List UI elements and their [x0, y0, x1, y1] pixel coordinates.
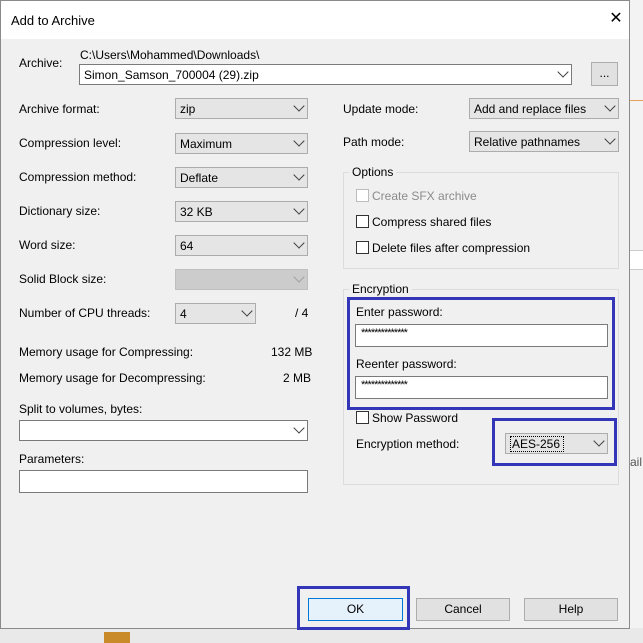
- chevron-down-icon: [293, 203, 305, 215]
- split-volumes-combo[interactable]: [19, 420, 308, 441]
- update-mode-select[interactable]: Add and replace files: [469, 98, 619, 119]
- compress-shared-checkbox[interactable]: [356, 215, 369, 228]
- archive-format-select[interactable]: zip: [175, 98, 308, 119]
- dictionary-size-select[interactable]: 32 KB: [175, 201, 308, 222]
- split-volumes-label: Split to volumes, bytes:: [19, 402, 143, 416]
- background-text: ail: [630, 455, 643, 469]
- create-sfx-checkbox: [356, 189, 369, 202]
- memory-compress-value: 132 MB: [271, 345, 313, 359]
- background-row: [629, 250, 643, 270]
- solid-block-size-label: Solid Block size:: [19, 272, 107, 286]
- archive-format-label: Archive format:: [19, 102, 100, 116]
- options-group-title: Options: [349, 165, 397, 179]
- chevron-down-icon: [293, 169, 305, 181]
- title-bar: Add to Archive ✕: [1, 1, 629, 39]
- word-size-select[interactable]: 64: [175, 235, 308, 256]
- archive-format-value: zip: [180, 102, 196, 116]
- background-app: [629, 0, 643, 643]
- parameters-label: Parameters:: [19, 452, 85, 466]
- chevron-down-icon: [604, 133, 616, 145]
- word-size-label: Word size:: [19, 238, 76, 252]
- archive-filename-combo[interactable]: Simon_Samson_700004 (29).zip: [79, 64, 572, 85]
- background-taskbar: [0, 628, 643, 643]
- memory-decompress-label: Memory usage for Decompressing:: [19, 371, 206, 385]
- compression-level-value: Maximum: [180, 137, 233, 151]
- memory-compress-label: Memory usage for Compressing:: [19, 345, 194, 359]
- path-mode-value: Relative pathnames: [474, 135, 581, 149]
- chevron-down-icon: [293, 135, 305, 147]
- cpu-threads-max: / 4: [295, 306, 309, 320]
- chevron-down-icon: [293, 237, 305, 249]
- compression-method-select[interactable]: Deflate: [175, 167, 308, 188]
- solid-block-size-select: [175, 269, 308, 290]
- encryption-group-title: Encryption: [349, 282, 412, 296]
- compression-level-select[interactable]: Maximum: [175, 133, 308, 154]
- cpu-threads-select[interactable]: 4: [175, 303, 256, 324]
- cancel-button[interactable]: Cancel: [416, 598, 510, 621]
- background-accent: [629, 100, 643, 155]
- dictionary-size-value: 32 KB: [180, 205, 213, 219]
- chevron-down-icon: [241, 305, 253, 317]
- memory-decompress-value: 2 MB: [283, 371, 312, 385]
- ok-highlight-box: [297, 586, 410, 630]
- dictionary-size-label: Dictionary size:: [19, 204, 101, 218]
- encryption-method-highlight-box: [492, 418, 617, 466]
- cpu-threads-label: Number of CPU threads:: [19, 306, 151, 320]
- chevron-down-icon: [293, 422, 305, 434]
- compression-method-label: Compression method:: [19, 170, 137, 184]
- encryption-method-label: Encryption method:: [356, 437, 460, 451]
- dialog-title: Add to Archive: [11, 13, 95, 28]
- cpu-threads-value: 4: [180, 307, 187, 321]
- update-mode-value: Add and replace files: [474, 102, 587, 116]
- delete-after-checkbox[interactable]: [356, 241, 369, 254]
- chevron-down-icon: [293, 100, 305, 112]
- chevron-down-icon: [604, 100, 616, 112]
- update-mode-label: Update mode:: [343, 102, 419, 116]
- show-password-label[interactable]: Show Password: [372, 411, 458, 425]
- close-icon[interactable]: ✕: [603, 6, 629, 32]
- word-size-value: 64: [180, 239, 194, 253]
- password-highlight-box: [347, 297, 615, 410]
- compression-level-label: Compression level:: [19, 136, 122, 150]
- chevron-down-icon: [293, 271, 305, 283]
- archive-filename: Simon_Samson_700004 (29).zip: [84, 68, 259, 82]
- archive-label: Archive:: [19, 56, 63, 70]
- chevron-down-icon: [557, 66, 569, 78]
- help-button[interactable]: Help: [524, 598, 618, 621]
- compression-method-value: Deflate: [180, 171, 219, 185]
- create-sfx-label: Create SFX archive: [372, 189, 477, 203]
- delete-after-label[interactable]: Delete files after compression: [372, 241, 530, 255]
- compress-shared-label[interactable]: Compress shared files: [372, 215, 491, 229]
- path-mode-label: Path mode:: [343, 135, 405, 149]
- show-password-checkbox[interactable]: [356, 411, 369, 424]
- browse-button[interactable]: ...: [591, 62, 618, 86]
- background-file-icon: [104, 632, 130, 643]
- parameters-input[interactable]: [19, 470, 308, 493]
- archive-path: C:\Users\Mohammed\Downloads\: [80, 48, 260, 62]
- path-mode-select[interactable]: Relative pathnames: [469, 131, 619, 152]
